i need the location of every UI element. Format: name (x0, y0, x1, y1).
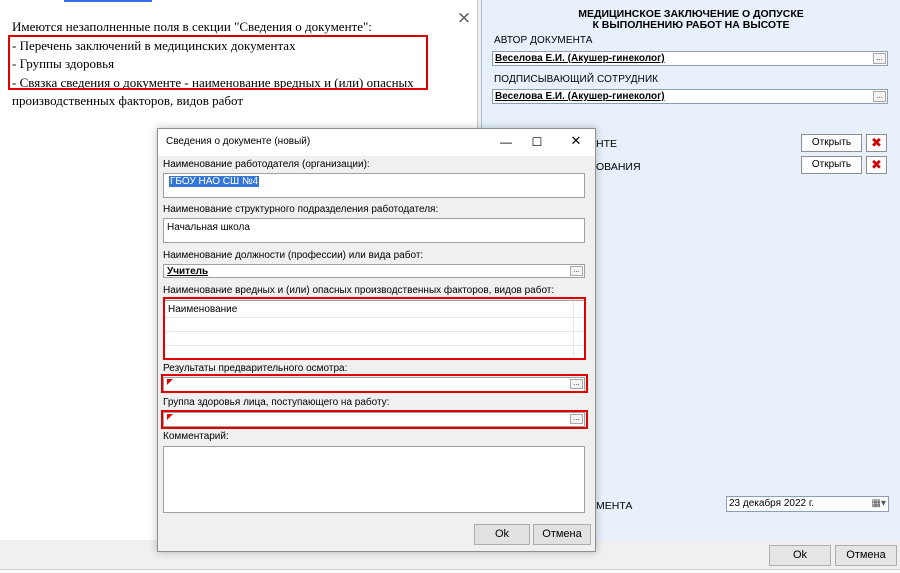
factors-grid[interactable]: Наименование (163, 300, 585, 360)
form-title-line: К ВЫПОЛНЕНИЮ РАБОТ НА ВЫСОТЕ (592, 19, 790, 31)
ok-button[interactable]: Ok (769, 545, 831, 566)
division-field[interactable]: Начальная школа (163, 218, 585, 243)
factors-label: Наименование вредных и (или) опасных про… (163, 285, 555, 296)
delete-icon: ✖ (871, 158, 882, 173)
grid-line (164, 345, 584, 346)
signer-field[interactable]: Веселова Е.И. (Акушер-гинеколог) ... (492, 89, 888, 104)
date-picker[interactable]: 23 декабря 2022 г. ▦▾ (726, 496, 889, 512)
signer-value[interactable]: Веселова Е.И. (Акушер-гинеколог) (495, 91, 665, 102)
employer-value[interactable]: ГБОУ НАО СШ №4 (169, 176, 260, 187)
dialog-titlebar[interactable]: Сведения о документе (новый) — ☐ ✕ (158, 129, 595, 156)
row1-partial-label: НТЕ (596, 138, 617, 150)
signer-label: ПОДПИСЫВАЮЩИЙ СОТРУДНИК (494, 74, 659, 85)
factors-grid-header: Наименование (168, 304, 238, 315)
position-value[interactable]: Учитель (167, 266, 208, 277)
health-group-label: Группа здоровья лица, поступающего на ра… (163, 397, 390, 408)
ellipsis-icon[interactable]: ... (570, 379, 583, 389)
dialog-cancel-button[interactable]: Отмена (533, 524, 591, 545)
document-details-dialog: Сведения о документе (новый) — ☐ ✕ Наиме… (157, 128, 596, 552)
row2-partial-label: ОВАНИЯ (596, 161, 641, 173)
close-icon[interactable]: ✕ (569, 133, 583, 151)
author-field[interactable]: Веселова Е.И. (Акушер-гинеколог) ... (492, 51, 888, 66)
grid-line (164, 317, 584, 318)
dialog-ok-button[interactable]: Ok (474, 524, 530, 545)
employer-field[interactable]: ГБОУ НАО СШ №4 (163, 173, 585, 198)
dialog-title: Сведения о документе (новый) (166, 136, 311, 147)
minimize-icon[interactable]: — (499, 133, 513, 151)
delete-icon: ✖ (871, 136, 882, 151)
ellipsis-icon[interactable]: ... (570, 266, 583, 276)
results-field[interactable]: ... (163, 377, 585, 392)
ellipsis-icon[interactable]: ... (873, 91, 886, 102)
grid-column-separator (573, 301, 574, 359)
health-group-field[interactable]: ... (163, 412, 585, 427)
message-highlight-frame (8, 35, 428, 90)
author-label: АВТОР ДОКУМЕНТА (494, 35, 593, 46)
division-label: Наименование структурного подразделения … (163, 204, 439, 215)
comment-label: Комментарий: (163, 431, 229, 442)
required-marker-icon (167, 414, 173, 420)
employer-label: Наименование работодателя (организации): (163, 159, 370, 170)
delete-button-1[interactable]: ✖ (866, 134, 887, 152)
division-value[interactable]: Начальная школа (167, 222, 250, 233)
position-label: Наименование должности (профессии) или в… (163, 250, 424, 261)
delete-button-2[interactable]: ✖ (866, 156, 887, 174)
message-line: Имеются незаполненные поля в секции "Све… (12, 19, 372, 34)
position-field[interactable]: Учитель ... (163, 264, 585, 278)
link-underline (64, 0, 152, 2)
date-value[interactable]: 23 декабря 2022 г. (729, 498, 814, 509)
open-button-2[interactable]: Открыть (801, 156, 862, 174)
ellipsis-icon[interactable]: ... (873, 53, 886, 64)
results-label: Результаты предварительного осмотра: (163, 363, 348, 374)
form-title: МЕДИЦИНСКОЕ ЗАКЛЮЧЕНИЕ О ДОПУСКЕ К ВЫПОЛ… (482, 9, 900, 31)
date-partial-label: МЕНТА (596, 500, 633, 512)
message-line: производственных факторов, видов работ (12, 93, 243, 108)
comment-textarea[interactable] (163, 446, 585, 513)
calendar-dropdown-icon[interactable]: ▦▾ (872, 498, 886, 510)
cancel-button[interactable]: Отмена (835, 545, 897, 566)
required-marker-icon (167, 379, 173, 385)
open-button-1[interactable]: Открыть (801, 134, 862, 152)
status-strip (0, 569, 900, 573)
maximize-icon[interactable]: ☐ (530, 133, 544, 151)
ellipsis-icon[interactable]: ... (570, 414, 583, 424)
grid-line (164, 331, 584, 332)
author-value[interactable]: Веселова Е.И. (Акушер-гинеколог) (495, 53, 665, 64)
